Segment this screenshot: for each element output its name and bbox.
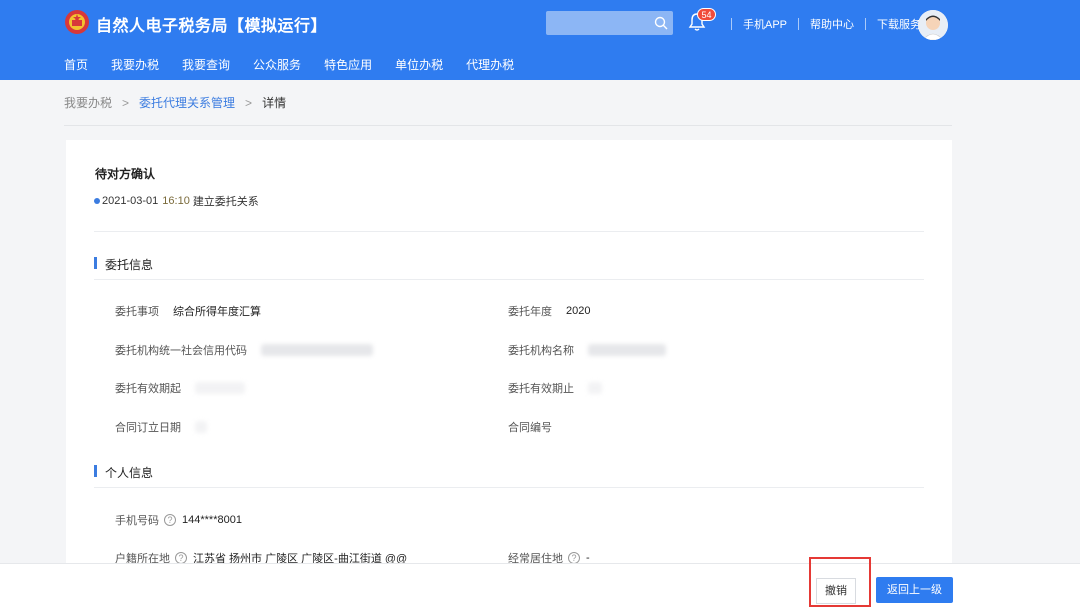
field-label: 委托有效期起 bbox=[115, 383, 181, 395]
timeline-time: 16:10 bbox=[162, 195, 190, 207]
field-label: 委托事项 bbox=[115, 306, 159, 318]
field-contract-date: 合同订立日期 bbox=[115, 419, 207, 435]
field-valid-from: 委托有效期起 bbox=[115, 380, 245, 396]
section-title-personal: 个人信息 bbox=[94, 464, 153, 481]
back-button[interactable]: 返回上一级 bbox=[876, 577, 953, 603]
divider bbox=[798, 18, 800, 30]
nav-public-service[interactable]: 公众服务 bbox=[253, 56, 301, 73]
nav-query[interactable]: 我要查询 bbox=[182, 56, 230, 73]
field-agency-name: 委托机构名称 bbox=[508, 342, 666, 358]
divider bbox=[94, 231, 924, 232]
nav-featured-apps[interactable]: 特色应用 bbox=[324, 56, 372, 73]
user-avatar-icon bbox=[918, 10, 948, 40]
field-value: 综合所得年度汇算 bbox=[173, 306, 261, 318]
redacted-value bbox=[195, 421, 207, 433]
redacted-value bbox=[261, 344, 373, 356]
tax-emblem-icon bbox=[65, 10, 89, 34]
breadcrumb: 我要办税 > 委托代理关系管理 > 详情 bbox=[64, 94, 286, 111]
nav-home[interactable]: 首页 bbox=[64, 56, 88, 73]
section-title-delegation: 委托信息 bbox=[94, 256, 153, 273]
help-center-link[interactable]: 帮助中心 bbox=[810, 16, 854, 32]
nav-agent-tax[interactable]: 代理办税 bbox=[466, 56, 514, 73]
redacted-value bbox=[588, 382, 602, 394]
divider bbox=[94, 279, 924, 280]
field-credit-code: 委托机构统一社会信用代码 bbox=[115, 342, 373, 358]
main-nav: 首页 我要办税 我要查询 公众服务 特色应用 单位办税 代理办税 bbox=[64, 56, 537, 73]
divider bbox=[731, 18, 732, 30]
chevron-right-icon: > bbox=[245, 95, 253, 110]
field-label: 委托机构名称 bbox=[508, 345, 574, 357]
breadcrumb-delegation-management[interactable]: 委托代理关系管理 bbox=[139, 94, 235, 111]
app-title: 自然人电子税务局【模拟运行】 bbox=[96, 18, 328, 35]
redacted-value bbox=[588, 344, 666, 356]
avatar[interactable] bbox=[918, 10, 948, 40]
divider bbox=[64, 125, 952, 126]
timeline-dot-icon bbox=[94, 198, 100, 204]
field-label: 委托有效期止 bbox=[508, 383, 574, 395]
field-value: 144****8001 bbox=[182, 514, 242, 526]
field-valid-to: 委托有效期止 bbox=[508, 380, 602, 396]
breadcrumb-current: 详情 bbox=[262, 96, 287, 110]
nav-unit-tax[interactable]: 单位办税 bbox=[395, 56, 443, 73]
highlight-annotation bbox=[809, 557, 871, 607]
breadcrumb-tax-handling[interactable]: 我要办税 bbox=[64, 94, 112, 111]
timeline-item: 2021-03-01 16:10 建立委托关系 bbox=[94, 193, 259, 209]
field-phone: 手机号码 ? 144****8001 bbox=[115, 512, 242, 528]
field-label: 合同订立日期 bbox=[115, 422, 181, 434]
chevron-right-icon: > bbox=[122, 95, 130, 110]
field-delegation-item: 委托事项 综合所得年度汇算 bbox=[115, 303, 261, 319]
status-title: 待对方确认 bbox=[95, 167, 156, 181]
divider bbox=[865, 18, 867, 30]
divider bbox=[94, 487, 924, 488]
field-label: 手机号码 bbox=[115, 515, 159, 527]
field-contract-number: 合同编号 bbox=[508, 419, 566, 435]
field-delegation-year: 委托年度 2020 bbox=[508, 303, 590, 319]
field-label: 委托机构统一社会信用代码 bbox=[115, 345, 247, 357]
detail-card: 待对方确认 2021-03-01 16:10 建立委托关系 委托信息 委托事项 … bbox=[66, 140, 952, 570]
mobile-app-link[interactable]: 手机APP bbox=[743, 16, 787, 32]
question-mark-icon[interactable]: ? bbox=[164, 514, 176, 526]
redacted-value bbox=[195, 382, 245, 394]
field-label: 委托年度 bbox=[508, 306, 552, 318]
timeline-event: 建立委托关系 bbox=[192, 196, 259, 208]
header-links: 手机APP 帮助中心 下载服务 bbox=[720, 16, 921, 32]
search-icon[interactable] bbox=[653, 15, 669, 31]
nav-tax-handling[interactable]: 我要办税 bbox=[111, 56, 159, 73]
field-value: 2020 bbox=[566, 305, 591, 317]
top-header: 自然人电子税务局【模拟运行】 54 手机APP 帮助中心 下载服务 首页 我要办… bbox=[0, 0, 1080, 80]
field-label: 合同编号 bbox=[508, 422, 552, 434]
notification-badge: 54 bbox=[697, 8, 716, 21]
download-service-link[interactable]: 下载服务 bbox=[877, 16, 921, 32]
timeline-date: 2021-03-01 bbox=[102, 195, 159, 207]
search-input[interactable] bbox=[546, 11, 673, 35]
